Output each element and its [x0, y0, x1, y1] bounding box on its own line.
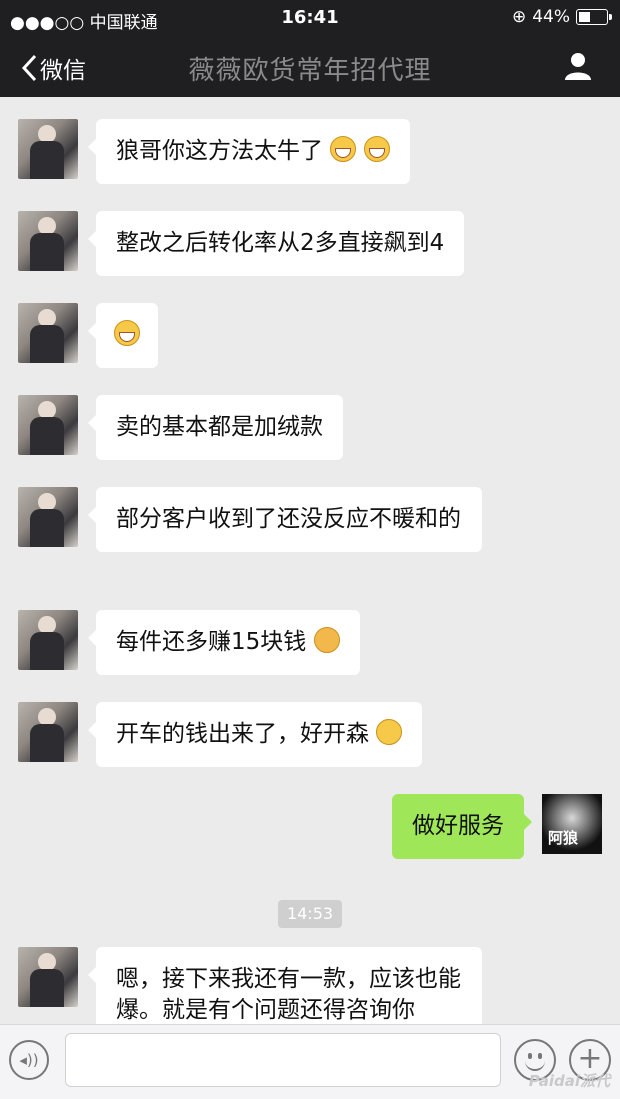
battery-area: ⊕ 44% — [511, 7, 612, 27]
contact-avatar[interactable] — [18, 702, 78, 762]
user-profile-icon[interactable] — [562, 50, 594, 82]
message-text: 卖的基本都是加绒款 — [116, 414, 323, 440]
message-bubble[interactable]: 每件还多赚15块钱 — [88, 610, 360, 675]
chat-title: 薇薇欧货常年招代理 — [188, 56, 432, 86]
message-text: 开车的钱出来了，好开森 — [116, 721, 369, 747]
grin-emoji-icon — [330, 136, 357, 162]
battery-icon — [576, 9, 612, 25]
voice-input-icon[interactable]: ◂)) — [9, 1040, 49, 1080]
contact-avatar[interactable] — [18, 610, 78, 670]
message-bubble[interactable]: 嗯，接下来我还有一款，应该也能爆。就是有个问题还得咨询你 — [88, 947, 482, 1024]
contact-avatar[interactable] — [18, 487, 78, 547]
message-text: 做好服务 — [412, 813, 504, 839]
thinking-emoji-icon — [313, 627, 340, 653]
my-message-bubble[interactable]: 做好服务 — [392, 794, 532, 859]
message-text: 嗯，接下来我还有一款，应该也能爆。就是有个问题还得咨询你 — [116, 966, 461, 1023]
message-bubble[interactable]: 开车的钱出来了，好开森 — [87, 702, 423, 767]
message-bubble[interactable]: 卖的基本都是加绒款 — [88, 395, 343, 460]
rotation-lock-icon: ⊕ — [511, 7, 527, 27]
contact-avatar[interactable] — [18, 211, 78, 271]
heart-eyes-emoji-icon — [376, 719, 403, 745]
navigation-bar: 微信 薇薇欧货常年招代理 — [0, 36, 620, 97]
input-toolbar: ◂)) + — [0, 1024, 620, 1099]
battery-percent: 44% — [532, 7, 570, 27]
message-text: 狼哥你这方法太牛了 — [116, 138, 323, 164]
message-bubble[interactable] — [88, 303, 158, 368]
contact-avatar[interactable] — [18, 303, 78, 363]
watermark: Paidai派代 — [528, 1072, 610, 1090]
chat-area[interactable]: 狼哥你这方法太牛了 整改之后转化率从2多直接飙到4 卖的基本都是加绒款 部分客户… — [0, 97, 620, 1024]
contact-avatar[interactable] — [18, 947, 78, 1007]
message-bubble[interactable]: 狼哥你这方法太牛了 — [88, 119, 410, 184]
status-bar: ●●●○○ 中国联通 16:41 ⊕ 44% — [0, 0, 620, 36]
message-text: 整改之后转化率从2多直接飙到4 — [116, 230, 445, 256]
message-input[interactable] — [65, 1033, 501, 1087]
grin-emoji-icon — [363, 136, 390, 162]
contact-avatar[interactable] — [18, 119, 78, 179]
time-divider: 14:53 — [278, 900, 342, 928]
grin-emoji-icon — [114, 320, 140, 346]
my-avatar[interactable]: 阿狼 — [542, 794, 602, 854]
message-text: 部分客户收到了还没反应不暖和的 — [116, 506, 461, 532]
message-bubble[interactable]: 部分客户收到了还没反应不暖和的 — [88, 487, 482, 552]
message-bubble[interactable]: 整改之后转化率从2多直接飙到4 — [87, 211, 465, 276]
message-text: 每件还多赚15块钱 — [116, 629, 307, 655]
my-avatar-text: 阿狼 — [548, 829, 579, 847]
contact-avatar[interactable] — [18, 395, 78, 455]
